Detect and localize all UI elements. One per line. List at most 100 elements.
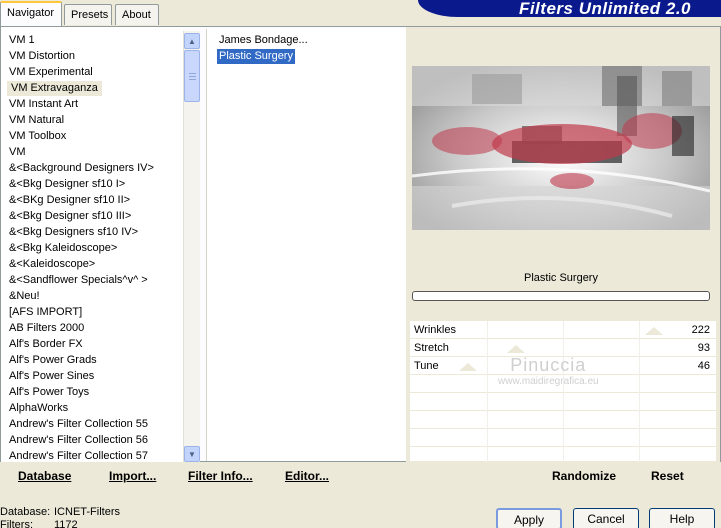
category-item[interactable]: &<Bkg Designer sf10 I> — [9, 177, 125, 192]
category-item[interactable]: Alf's Power Sines — [9, 369, 94, 384]
slider-tick — [639, 393, 640, 411]
slider-value: 222 — [691, 324, 710, 336]
grip-line — [189, 79, 196, 80]
tab-presets[interactable]: Presets — [64, 4, 112, 25]
slider-value: 46 — [697, 360, 710, 372]
scroll-thumb[interactable] — [184, 50, 200, 102]
preview-artwork — [412, 66, 710, 230]
slider-empty-row — [410, 429, 716, 447]
slider-value: 93 — [697, 342, 710, 354]
category-item[interactable]: VM Instant Art — [9, 97, 78, 112]
slider-panel: Tune 46 Stretch 93 Wrinkles 222 Pinuccia www.… — [410, 321, 716, 465]
category-item[interactable]: Andrew's Filter Collection 57 — [9, 449, 148, 463]
preview-area: Plastic Surgery Tune 46 Stretch 93 Wrinkles 2… — [406, 27, 720, 465]
category-item[interactable]: AB Filters 2000 — [9, 321, 84, 336]
slider-wrinkles[interactable]: Wrinkles 222 — [410, 321, 716, 339]
category-item[interactable]: VM Experimental — [9, 65, 93, 80]
preview-image — [412, 66, 710, 230]
reset-button[interactable]: Reset — [651, 469, 684, 483]
category-item[interactable]: VM Natural — [9, 113, 64, 128]
grip-line — [189, 73, 196, 74]
slider-label: Stretch — [414, 342, 449, 354]
slider-thumb[interactable] — [507, 345, 525, 353]
slider-tick — [487, 375, 488, 393]
filter-item[interactable]: James Bondage... — [217, 33, 310, 48]
current-filter-name: Plastic Surgery — [524, 272, 598, 284]
database-value: ICNET-Filters — [54, 506, 120, 518]
tab-about[interactable]: About — [115, 4, 159, 25]
editor-button[interactable]: Editor... — [285, 469, 329, 483]
database-button[interactable]: Database — [18, 469, 71, 483]
slider-tick — [487, 393, 488, 411]
category-item[interactable]: [AFS IMPORT] — [9, 305, 82, 320]
chevron-down-icon: ▼ — [188, 449, 196, 459]
category-item[interactable]: &<Bkg Designer sf10 III> — [9, 209, 131, 224]
category-item[interactable]: VM Extravaganza — [7, 81, 102, 96]
category-item[interactable]: &<Bkg Designers sf10 IV> — [9, 225, 138, 240]
slider-tick — [487, 411, 488, 429]
apply-button[interactable]: Apply — [496, 508, 562, 528]
import-button[interactable]: Import... — [109, 469, 156, 483]
slider-tune[interactable]: Tune 46 — [410, 357, 716, 375]
category-item[interactable]: VM — [9, 145, 26, 160]
category-item[interactable]: Alf's Border FX — [9, 337, 83, 352]
filters-count: 1172 — [54, 519, 78, 528]
app-title: Filters Unlimited 2.0 — [518, 0, 691, 17]
category-item[interactable]: &Neu! — [9, 289, 40, 304]
cancel-button[interactable]: Cancel — [573, 508, 639, 528]
category-item[interactable]: &<BKg Designer sf10 II> — [9, 193, 130, 208]
slider-tick — [563, 375, 564, 393]
filters-label: Filters: — [0, 519, 33, 528]
category-item[interactable]: Andrew's Filter Collection 56 — [9, 433, 148, 448]
slider-tick — [487, 321, 488, 339]
slider-tick — [639, 321, 640, 339]
slider-tick — [487, 357, 488, 375]
progress-bar — [412, 291, 710, 301]
slider-tick — [639, 375, 640, 393]
category-item[interactable]: VM Toolbox — [9, 129, 66, 144]
slider-thumb[interactable] — [645, 327, 663, 335]
slider-tick — [563, 411, 564, 429]
scroll-down-button[interactable]: ▼ — [184, 446, 200, 462]
grip-line — [189, 76, 196, 77]
category-item[interactable]: Alf's Power Toys — [9, 385, 89, 400]
slider-tick — [639, 339, 640, 357]
tab-navigator[interactable]: Navigator — [0, 1, 62, 26]
slider-tick — [563, 357, 564, 375]
filter-list[interactable]: James Bondage... Plastic Surgery — [206, 29, 406, 461]
category-item[interactable]: &<Kaleidoscope> — [9, 257, 95, 272]
randomize-button[interactable]: Randomize — [552, 469, 616, 483]
slider-tick — [487, 339, 488, 357]
category-item[interactable]: &<Sandflower Specials^v^ > — [9, 273, 148, 288]
category-item[interactable]: VM Distortion — [9, 49, 75, 64]
category-item[interactable]: VM 1 — [9, 33, 35, 48]
slider-tick — [563, 393, 564, 411]
category-item[interactable]: &<Background Designers IV> — [9, 161, 154, 176]
filter-item[interactable]: Plastic Surgery — [217, 49, 295, 64]
category-item[interactable]: Alf's Power Grads — [9, 353, 97, 368]
category-item[interactable]: Andrew's Filter Collection 55 — [9, 417, 148, 432]
database-label: Database: — [0, 506, 51, 518]
category-item[interactable]: AlphaWorks — [9, 401, 68, 416]
slider-label: Wrinkles — [414, 324, 456, 336]
scroll-up-button[interactable]: ▲ — [184, 33, 200, 49]
bottom-toolbar: Database Import... Filter Info... Editor… — [0, 462, 721, 490]
category-item[interactable]: &<Bkg Kaleidoscope> — [9, 241, 117, 256]
header-banner: Filters Unlimited 2.0 — [418, 0, 721, 17]
filter-info-button[interactable]: Filter Info... — [188, 469, 253, 483]
slider-tick — [487, 429, 488, 447]
slider-thumb[interactable] — [459, 363, 477, 371]
slider-tick — [639, 357, 640, 375]
slider-tick — [563, 429, 564, 447]
slider-empty-row — [410, 411, 716, 429]
help-button[interactable]: Help — [649, 508, 715, 528]
slider-empty-row — [410, 393, 716, 411]
slider-tick — [639, 411, 640, 429]
slider-empty-row — [410, 375, 716, 393]
category-scrollbar[interactable]: ▲ ▼ — [183, 31, 200, 463]
slider-stretch[interactable]: Stretch 93 — [410, 339, 716, 357]
category-list[interactable]: VM 1 VM Distortion VM Experimental VM Extra… — [1, 27, 183, 463]
slider-label: Tune — [414, 360, 439, 372]
slider-tick — [639, 429, 640, 447]
tab-strip: Navigator Presets About — [0, 0, 410, 27]
